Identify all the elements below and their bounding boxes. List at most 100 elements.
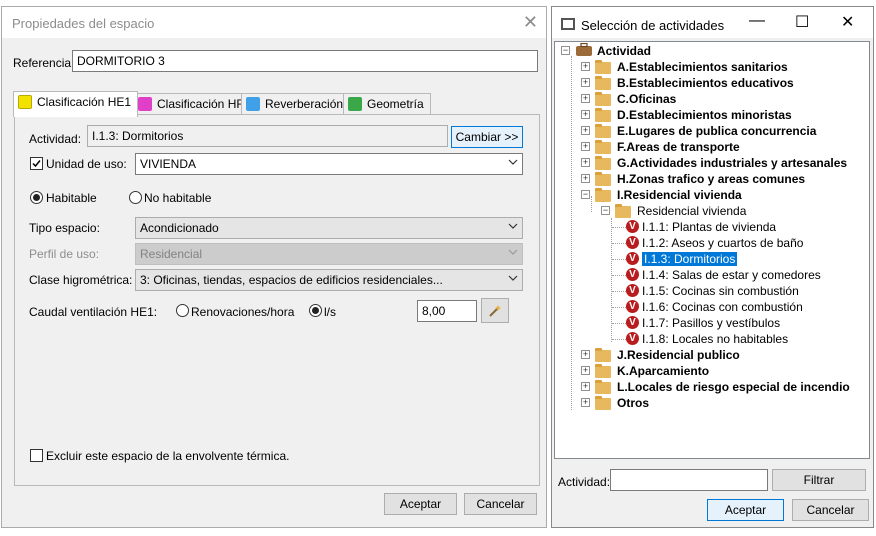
cambiar-button[interactable]: Cambiar >> [451,126,523,148]
tree-item-label: L.Locales de riesgo especial de incendio [617,380,850,394]
tree-leaf[interactable]: V I.1.1: Plantas de vivienda [612,219,861,235]
close-icon[interactable]: ✕ [523,12,538,33]
unidad-uso-select[interactable]: VIVIENDA [135,153,523,175]
expand-icon[interactable]: + [581,110,590,119]
activity-v-icon: V [626,332,639,345]
tree-item-label: J.Residencial publico [617,348,740,362]
perfil-uso-value: Residencial [140,247,203,261]
unidad-uso-checkbox[interactable] [30,157,43,170]
tree-line [612,227,626,228]
habitable-radio[interactable] [30,191,43,204]
folder-icon [595,348,611,362]
expand-icon[interactable]: + [581,366,590,375]
tree-item[interactable]: + G.Actividades industriales y artesanale… [581,155,869,171]
tree-item-label: H.Zonas trafico y areas comunes [617,172,806,186]
filtrar-button[interactable]: Filtrar [772,469,866,491]
tab-clasificacion-he1[interactable]: Clasificación HE1 [13,91,139,117]
tree-leaf-label: I.1.3: Dormitorios [642,252,738,266]
actividad-label: Actividad: [29,132,82,146]
tab-label: Clasificación HR [157,97,246,111]
expand-icon[interactable]: + [581,142,590,151]
tree-item-label: E.Lugares de publica concurrencia [617,124,817,138]
check-icon [32,160,41,168]
clase-higro-select[interactable]: 3: Oficinas, tiendas, espacios de edific… [135,269,523,291]
tree-item[interactable]: + J.Residencial publico [581,347,869,363]
tree-subgroup[interactable]: − Residencial vivienda [601,203,861,219]
folder-icon [595,76,611,90]
aceptar-button[interactable]: Aceptar [707,499,784,521]
activity-v-icon: V [626,300,639,313]
tab-reverberacion[interactable]: Reverberación [241,93,351,115]
actividad-filter-input[interactable] [610,469,768,491]
tree-leaf[interactable]: V I.1.8: Locales no habitables [612,331,861,347]
tree-item[interactable]: + L.Locales de riesgo especial de incendi… [581,379,869,395]
caudal-input[interactable]: 8,00 [417,300,477,322]
ls-radio[interactable] [309,304,322,317]
minimize-icon[interactable]: — [749,12,765,30]
expand-icon[interactable]: + [581,398,590,407]
tree-leaf[interactable]: V I.1.2: Aseos y cuartos de baño [612,235,861,251]
collapse-icon[interactable]: − [581,190,590,199]
tab-label: Clasificación HE1 [37,95,132,109]
tree-leaf[interactable]: V I.1.6: Cocinas con combustión [612,299,861,315]
calculate-button[interactable] [481,298,509,323]
tree-item[interactable]: + A.Establecimientos sanitarios [581,59,869,75]
music-note-icon [138,97,152,111]
tree-leaf[interactable]: V I.1.7: Pasillos y vestíbulos [612,315,861,331]
no-habitable-radio[interactable] [129,191,142,204]
tree-item-label: C.Oficinas [617,92,677,106]
cancelar-button[interactable]: Cancelar [464,493,537,515]
tree-item[interactable]: + F.Areas de transporte [581,139,869,155]
tree-line [612,291,626,292]
tipo-espacio-select[interactable]: Acondicionado [135,217,523,239]
tree-item[interactable]: + Otros [581,395,869,411]
tab-geometria[interactable]: Geometría [343,93,431,115]
clase-higro-label: Clase higrométrica: [29,273,133,287]
expand-icon[interactable]: + [581,78,590,87]
aceptar-button[interactable]: Aceptar [384,493,457,515]
cancelar-button[interactable]: Cancelar [792,499,869,521]
renovaciones-label: Renovaciones/hora [191,305,295,319]
folder-icon [595,60,611,74]
tree-root[interactable]: − Actividad [561,43,861,59]
referencia-input[interactable]: DORMITORIO 3 [72,50,538,72]
tree-leaf-label: I.1.2: Aseos y cuartos de baño [642,236,804,250]
excluir-checkbox[interactable] [30,449,43,462]
collapse-icon[interactable]: − [601,206,610,215]
tree-item[interactable]: + C.Oficinas [581,91,869,107]
tree-item-label: B.Establecimientos educativos [617,76,794,90]
tree-item[interactable]: − I.Residencial vivienda [581,187,869,203]
expand-icon[interactable]: + [581,126,590,135]
folder-icon [595,124,611,138]
maximize-icon[interactable]: ☐ [795,12,809,32]
tipo-espacio-value: Acondicionado [140,221,219,235]
close-icon[interactable]: ✕ [841,12,854,32]
tree-item[interactable]: + H.Zonas trafico y areas comunes [581,171,869,187]
perfil-uso-select: Residencial [135,243,523,265]
tree-leaf[interactable]: V I.1.4: Salas de estar y comedores [612,267,861,283]
tree-item[interactable]: + K.Aparcamiento [581,363,869,379]
tree-leaf[interactable]: V I.1.3: Dormitorios [612,251,861,267]
expand-icon[interactable]: + [581,382,590,391]
tab-clasificacion-hr[interactable]: Clasificación HR [133,93,253,115]
expand-icon[interactable]: + [581,62,590,71]
collapse-icon[interactable]: − [561,46,570,55]
expand-icon[interactable]: + [581,158,590,167]
activity-tree[interactable]: − Actividad + A.Establecimientos sanitari… [554,41,870,459]
folder-icon [595,156,611,170]
actividad-filter-label: Actividad: [558,475,611,489]
folder-icon [595,380,611,394]
tree-line [612,243,626,244]
expand-icon[interactable]: + [581,174,590,183]
tree-leaf-label: I.1.6: Cocinas con combustión [642,300,803,314]
caudal-label: Caudal ventilación HE1: [29,305,158,319]
tree-item[interactable]: + E.Lugares de publica concurrencia [581,123,869,139]
expand-icon[interactable]: + [581,94,590,103]
tree-item[interactable]: + B.Establecimientos educativos [581,75,869,91]
actividad-field: I.1.3: Dormitorios [87,125,448,147]
tree-leaf[interactable]: V I.1.5: Cocinas sin combustión [612,283,861,299]
renovaciones-radio[interactable] [176,304,189,317]
tree-item[interactable]: + D.Establecimientos minoristas [581,107,869,123]
tree-item-label: G.Actividades industriales y artesanales [617,156,848,170]
expand-icon[interactable]: + [581,350,590,359]
